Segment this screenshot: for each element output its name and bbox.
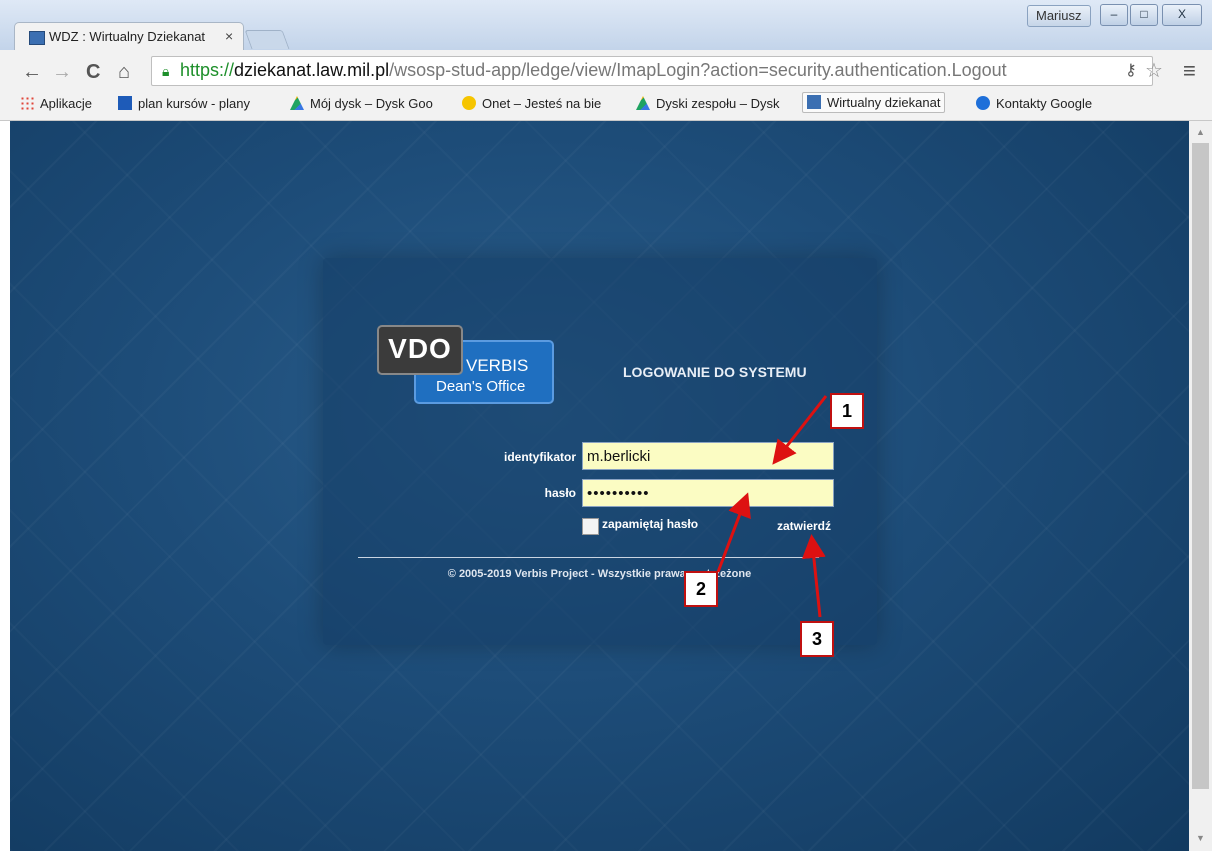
arrow-3 [801, 534, 826, 618]
annotation-arrows [716, 395, 828, 618]
arrow-1 [772, 395, 828, 465]
arrow-2 [716, 492, 751, 573]
annotation-marker-2: 2 [684, 571, 718, 607]
vdo-logo: VDO [377, 325, 463, 375]
annotation-marker-1: 1 [830, 393, 864, 429]
annotation-marker-3: 3 [800, 621, 834, 657]
